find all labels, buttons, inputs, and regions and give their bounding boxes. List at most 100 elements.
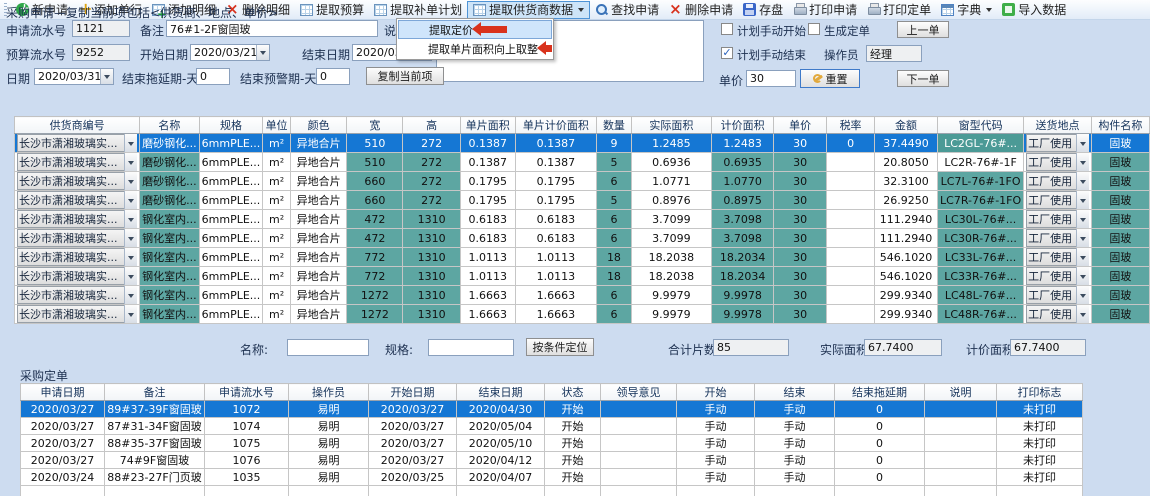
serial-input[interactable] <box>72 20 130 37</box>
cell[interactable]: 6mmPLE... <box>199 172 263 191</box>
cell[interactable] <box>827 286 875 305</box>
cell[interactable]: 0.1387 <box>460 153 515 172</box>
cell[interactable]: 89#37-39F窗固玻 <box>105 401 205 418</box>
table-row[interactable]: 2020/03/2787#31-34F窗固玻1074易明2020/03/2720… <box>21 418 1083 435</box>
cell[interactable]: 1.0770 <box>712 172 774 191</box>
previous-order-button[interactable]: 上一单 <box>897 21 949 38</box>
cell[interactable]: 18 <box>597 248 631 267</box>
cell[interactable]: m² <box>263 191 291 210</box>
cell[interactable]: 工厂使用 <box>1024 191 1092 210</box>
cell[interactable]: 1310 <box>403 248 461 267</box>
cell[interactable]: 未打印 <box>997 401 1083 418</box>
cell[interactable]: 长沙市潇湘玻璃实... <box>15 267 140 286</box>
column-header[interactable]: 单片计价面积 <box>515 117 597 134</box>
cell[interactable]: m² <box>263 210 291 229</box>
cell[interactable] <box>835 486 925 496</box>
cell[interactable]: m² <box>263 267 291 286</box>
cell[interactable]: 1.2483 <box>712 134 774 153</box>
column-header[interactable]: 结束拖延期 <box>835 384 925 401</box>
cell[interactable]: 87#31-34F窗固玻 <box>105 418 205 435</box>
column-header[interactable]: 领导意见 <box>601 384 677 401</box>
column-header[interactable]: 状态 <box>545 384 601 401</box>
column-header[interactable]: 申请流水号 <box>205 384 289 401</box>
cell[interactable]: 手动 <box>677 435 755 452</box>
cell[interactable]: 2020/03/27 <box>369 452 457 469</box>
cell[interactable] <box>925 418 997 435</box>
cell[interactable] <box>827 248 875 267</box>
chevron-down-icon[interactable] <box>1076 153 1089 171</box>
cell[interactable]: 1310 <box>403 267 461 286</box>
cell[interactable]: 1072 <box>205 401 289 418</box>
cell[interactable]: 6mmPLE... <box>199 267 263 286</box>
column-header[interactable]: 送货地点 <box>1024 117 1092 134</box>
cell[interactable]: LC7L-76#-1FO <box>938 172 1024 191</box>
cell[interactable]: 30 <box>774 191 827 210</box>
cell[interactable]: 磨砂钢化... <box>140 134 200 153</box>
cell[interactable] <box>677 486 755 496</box>
cell[interactable]: 手动 <box>755 418 835 435</box>
cell[interactable]: 272 <box>403 191 461 210</box>
chevron-down-icon[interactable] <box>124 153 137 171</box>
cell[interactable]: 手动 <box>677 418 755 435</box>
table-row[interactable]: 长沙市潇湘玻璃实...钢化室内...6mmPLE...m²异地合片1272131… <box>15 305 1150 324</box>
column-header[interactable]: 构件名称 <box>1091 117 1149 134</box>
cell[interactable] <box>827 229 875 248</box>
cell[interactable]: 0.8976 <box>631 191 712 210</box>
cell[interactable]: 546.1020 <box>875 267 938 286</box>
column-header[interactable]: 名称 <box>140 117 200 134</box>
column-header[interactable]: 结束 <box>755 384 835 401</box>
cell[interactable]: LC48L-76#... <box>938 286 1024 305</box>
cell[interactable]: 0.6935 <box>712 153 774 172</box>
cell[interactable]: 异地合片 <box>290 134 347 153</box>
cell[interactable]: 74#9F窗固玻 <box>105 452 205 469</box>
cell[interactable]: 0.6936 <box>631 153 712 172</box>
chevron-down-icon[interactable] <box>124 305 137 323</box>
chevron-down-icon[interactable] <box>124 229 137 247</box>
cell[interactable]: 0.1795 <box>515 172 597 191</box>
cell[interactable]: 异地合片 <box>290 248 347 267</box>
chevron-down-icon[interactable] <box>124 248 137 266</box>
cell[interactable]: 2020/03/27 <box>369 435 457 452</box>
chevron-down-icon[interactable] <box>256 45 269 60</box>
cell[interactable]: m² <box>263 286 291 305</box>
cell[interactable]: 异地合片 <box>290 305 347 324</box>
cell[interactable]: 异地合片 <box>290 229 347 248</box>
cell[interactable]: 2020/03/24 <box>21 469 105 486</box>
cell[interactable]: 1076 <box>205 452 289 469</box>
cell[interactable]: 2020/03/27 <box>369 401 457 418</box>
cell[interactable]: 3.7098 <box>712 210 774 229</box>
cell[interactable]: 26.9250 <box>875 191 938 210</box>
cell[interactable]: 钢化室内... <box>140 286 200 305</box>
cell[interactable] <box>457 486 545 496</box>
cell[interactable] <box>925 469 997 486</box>
cell[interactable]: 0.6183 <box>460 210 515 229</box>
menu-item[interactable]: 提取单片面积向上取整 <box>398 39 552 58</box>
cell[interactable]: 3.7098 <box>712 229 774 248</box>
cell[interactable]: 2020/03/27 <box>21 452 105 469</box>
column-header[interactable]: 宽 <box>347 117 403 134</box>
cell[interactable]: 易明 <box>289 435 369 452</box>
cell[interactable] <box>601 469 677 486</box>
column-header[interactable]: 申请日期 <box>21 384 105 401</box>
cell[interactable]: m² <box>263 153 291 172</box>
cell[interactable]: 开始 <box>545 469 601 486</box>
cell[interactable]: 18.2038 <box>631 267 712 286</box>
filter-name-input[interactable] <box>287 339 369 356</box>
cell[interactable]: 工厂使用 <box>1024 153 1092 172</box>
chevron-down-icon[interactable] <box>100 69 113 84</box>
cell[interactable]: 472 <box>347 210 403 229</box>
cell[interactable]: 9.9979 <box>631 305 712 324</box>
cell[interactable]: 异地合片 <box>290 210 347 229</box>
cell[interactable]: 工厂使用 <box>1024 210 1092 229</box>
cell[interactable]: 272 <box>403 134 461 153</box>
cell[interactable]: 工厂使用 <box>1024 286 1092 305</box>
cell[interactable] <box>827 210 875 229</box>
chevron-down-icon[interactable] <box>124 286 137 304</box>
cell[interactable] <box>827 172 875 191</box>
manual-start-checkbox[interactable] <box>721 23 733 35</box>
cell[interactable]: 772 <box>347 248 403 267</box>
cell[interactable]: 手动 <box>677 469 755 486</box>
cell[interactable]: 6 <box>597 210 631 229</box>
cell[interactable]: 1035 <box>205 469 289 486</box>
cell[interactable]: 1.6663 <box>515 305 597 324</box>
